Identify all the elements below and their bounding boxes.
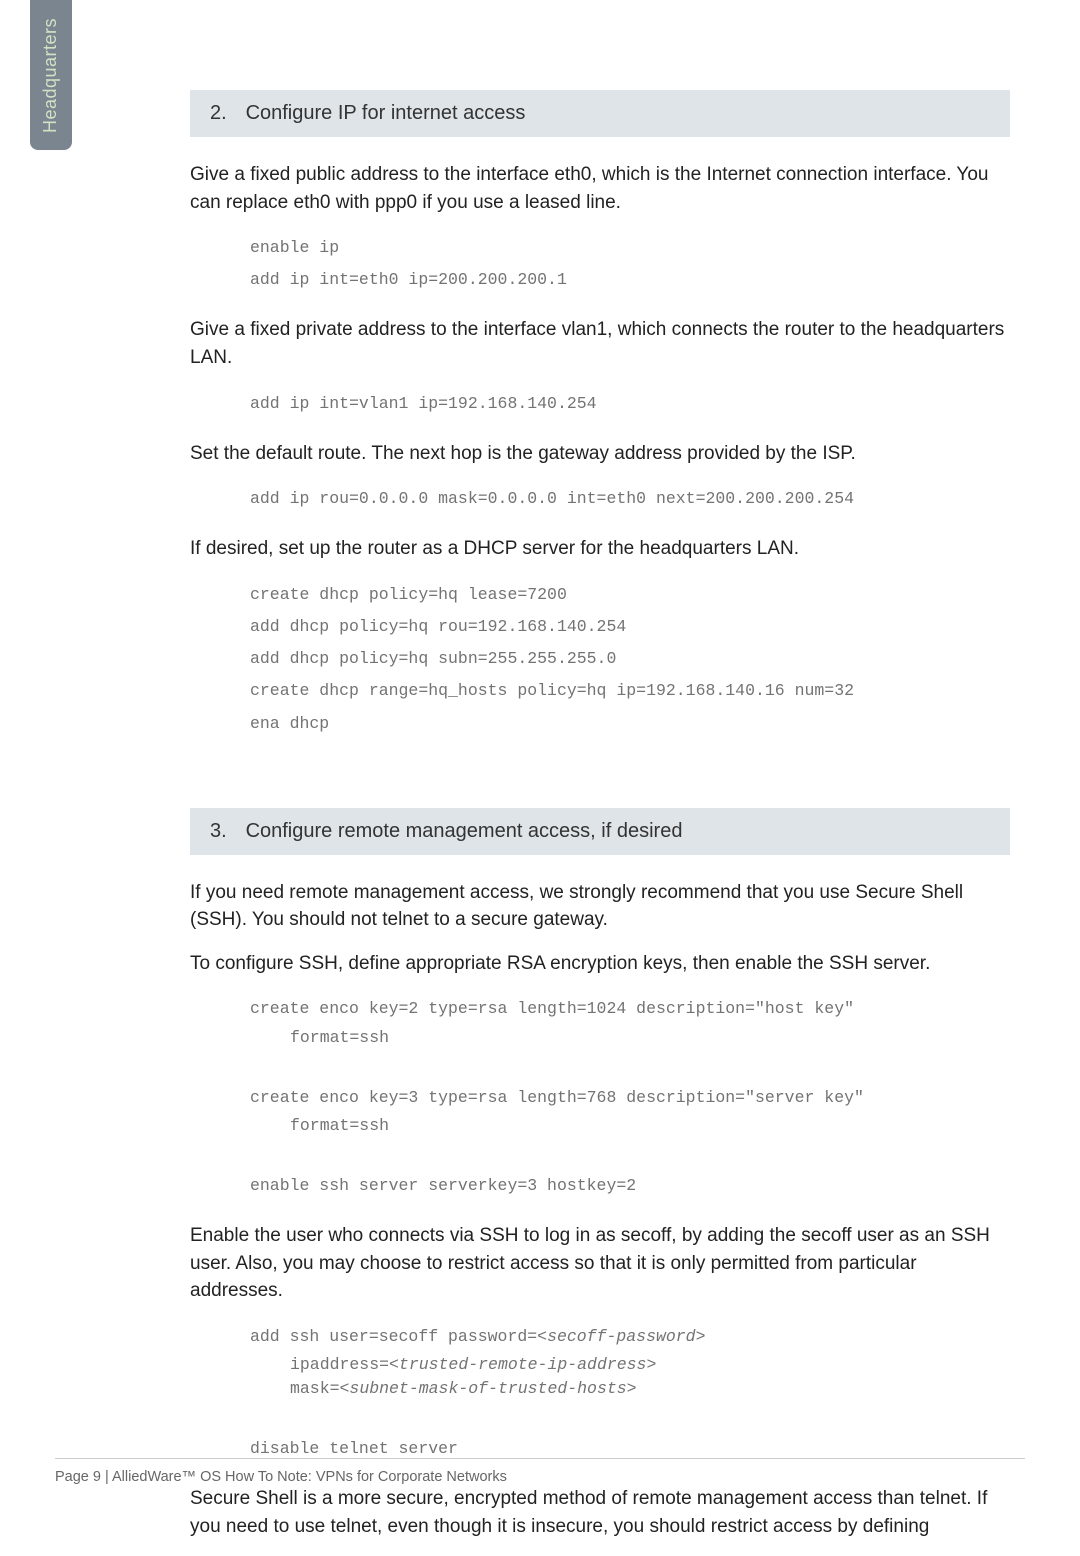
step-3-code-2: add ssh user=secoff password=<secoff-pas… <box>250 1321 1010 1465</box>
page-footer: Page 9 | AlliedWare™ OS How To Note: VPN… <box>55 1469 507 1485</box>
step-3-para-4: Secure Shell is a more secure, encrypted… <box>190 1485 1010 1540</box>
step-2-code-3: add ip rou=0.0.0.0 mask=0.0.0.0 int=eth0… <box>250 483 1010 515</box>
step-2-code-1: enable ip add ip int=eth0 ip=200.200.200… <box>250 232 1010 296</box>
step-2-para-2: Give a fixed private address to the inte… <box>190 316 1010 371</box>
step-2-number: 2. <box>210 102 240 125</box>
step-2-title: Configure IP for internet access <box>246 102 526 124</box>
step-3-title: Configure remote management access, if d… <box>246 820 683 842</box>
step-2-para-4: If desired, set up the router as a DHCP … <box>190 535 1010 563</box>
code-line: format=ssh <box>250 1114 1010 1138</box>
code-italic: trusted-remote-ip-address <box>399 1355 647 1374</box>
code-line: create enco key=2 type=rsa length=1024 d… <box>250 999 854 1018</box>
code-italic: subnet-mask-of-trusted-hosts <box>349 1379 626 1398</box>
code-line: create enco key=3 type=rsa length=768 de… <box>250 1088 864 1107</box>
code-text: > <box>627 1379 637 1398</box>
footer-divider <box>55 1458 1025 1459</box>
step-2-heading: 2. Configure IP for internet access <box>190 90 1010 137</box>
code-text: mask=< <box>290 1379 349 1398</box>
code-text: > <box>646 1355 656 1374</box>
step-3-para-3: Enable the user who connects via SSH to … <box>190 1222 1010 1305</box>
sidebar-tab: Headquarters <box>30 0 72 150</box>
sidebar-tab-label: Headquarters <box>41 17 62 132</box>
code-text: > <box>696 1327 706 1346</box>
step-2-code-4: create dhcp policy=hq lease=7200 add dhc… <box>250 579 1010 740</box>
code-text: ipaddress=< <box>290 1355 399 1374</box>
step-3-heading: 3. Configure remote management access, i… <box>190 808 1010 855</box>
code-line: format=ssh <box>250 1026 1010 1050</box>
step-3-code-1: create enco key=2 type=rsa length=1024 d… <box>250 993 1010 1202</box>
code-line: ipaddress=<trusted-remote-ip-address> ma… <box>250 1353 1010 1401</box>
step-2-para-1: Give a fixed public address to the inter… <box>190 161 1010 216</box>
code-text: add ssh user=secoff password=< <box>250 1327 547 1346</box>
step-3-number: 3. <box>210 820 240 843</box>
page-content: 2. Configure IP for internet access Give… <box>190 70 1010 1556</box>
step-2-para-3: Set the default route. The next hop is t… <box>190 440 1010 468</box>
step-3-para-2: To configure SSH, define appropriate RSA… <box>190 950 1010 978</box>
step-3-para-1: If you need remote management access, we… <box>190 879 1010 934</box>
step-2-code-2: add ip int=vlan1 ip=192.168.140.254 <box>250 388 1010 420</box>
code-line: disable telnet server <box>250 1439 458 1458</box>
code-italic: secoff-password <box>547 1327 696 1346</box>
code-line: enable ssh server serverkey=3 hostkey=2 <box>250 1176 636 1195</box>
